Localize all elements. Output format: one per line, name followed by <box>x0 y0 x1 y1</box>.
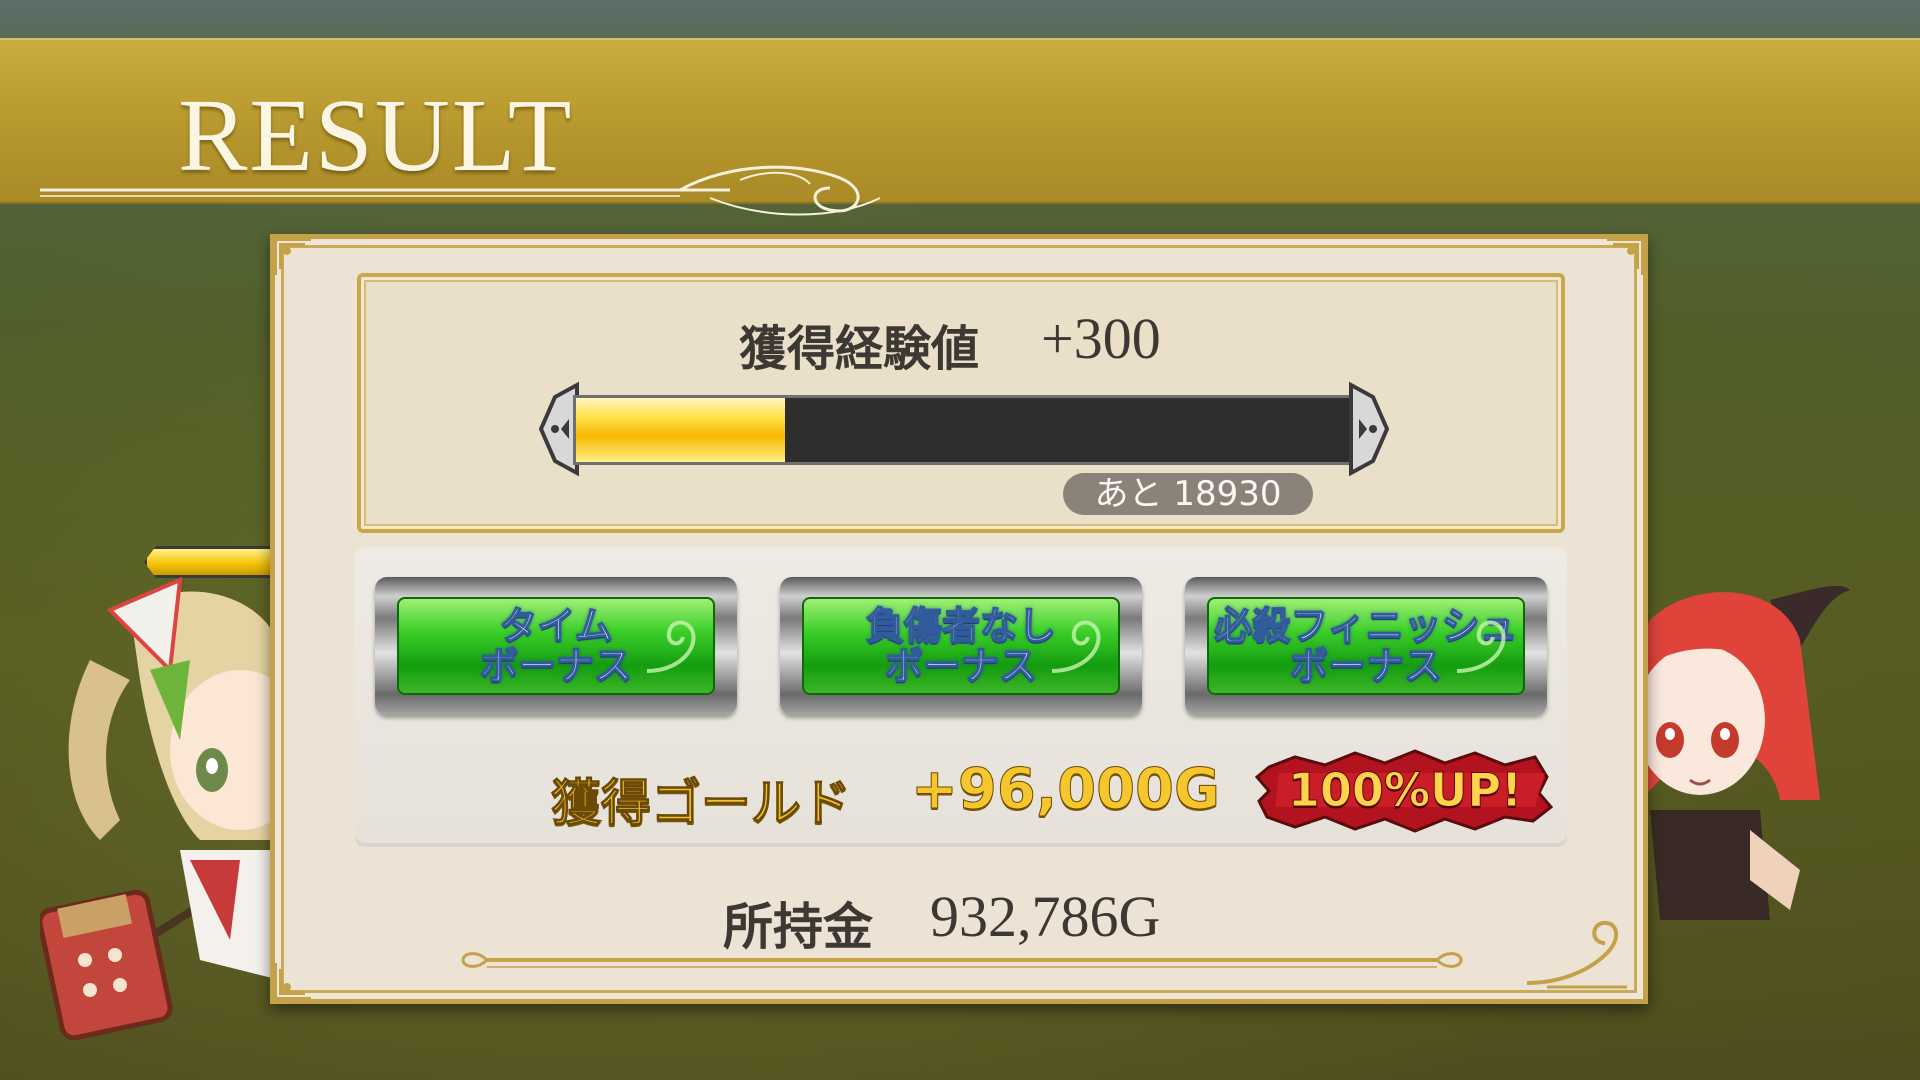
swirl-icon <box>646 620 696 673</box>
result-screen: RESULT 獲得経験値 +300 あと 18930 タイム ボーナス 負傷者な… <box>0 0 1920 1080</box>
swirl-icon <box>1051 620 1101 673</box>
bonus-label: タイム ボーナス <box>479 604 633 688</box>
bonus-button-face: タイム ボーナス <box>397 597 715 695</box>
finisher-bonus-button[interactable]: 必殺フィニッシュ ボーナス <box>1185 577 1547 715</box>
bar-right-cap-icon <box>1349 381 1390 477</box>
no-injury-bonus-button[interactable]: 負傷者なし ボーナス <box>780 577 1142 715</box>
swirl-icon <box>1456 620 1506 673</box>
experience-bar <box>573 395 1353 465</box>
bonus-button-face: 必殺フィニッシュ ボーナス <box>1207 597 1525 695</box>
experience-bar-fill <box>576 398 785 462</box>
bonus-button-face: 負傷者なし ボーナス <box>802 597 1120 695</box>
character-right-avatar <box>1633 585 1850 920</box>
corner-ornament-icon <box>1607 237 1645 275</box>
money-value: 932,786G <box>930 884 1161 949</box>
header-banner: RESULT <box>0 38 1920 216</box>
experience-value: +300 <box>1041 306 1161 371</box>
experience-label: 獲得経験値 <box>739 321 980 377</box>
time-bonus-button[interactable]: タイム ボーナス <box>375 577 737 715</box>
divider-ornament-icon <box>461 952 1463 968</box>
gold-label: 獲得ゴールド <box>551 774 852 833</box>
bonus-up-text: 100%UP! <box>1287 763 1523 818</box>
experience-box: 獲得経験値 +300 あと 18930 <box>357 273 1565 533</box>
corner-ornament-icon <box>273 237 311 275</box>
flourish-icon <box>40 165 881 216</box>
gold-value: +96,000G <box>911 757 1221 823</box>
result-panel: 獲得経験値 +300 あと 18930 タイム ボーナス 負傷者なし ボーナス … <box>270 234 1648 1004</box>
bonus-up-badge: 100%UP! <box>1255 747 1555 833</box>
character-left-avatar <box>40 576 280 1040</box>
bonus-label: 負傷者なし ボーナス <box>865 604 1057 688</box>
experience-remaining-badge: あと 18930 <box>1063 473 1313 515</box>
bonus-box: タイム ボーナス 負傷者なし ボーナス 必殺フィニッシュ ボーナス 獲得ゴールド… <box>355 547 1567 847</box>
corner-ornament-icon <box>273 963 311 1001</box>
swirl-corner-icon <box>1526 920 1627 989</box>
